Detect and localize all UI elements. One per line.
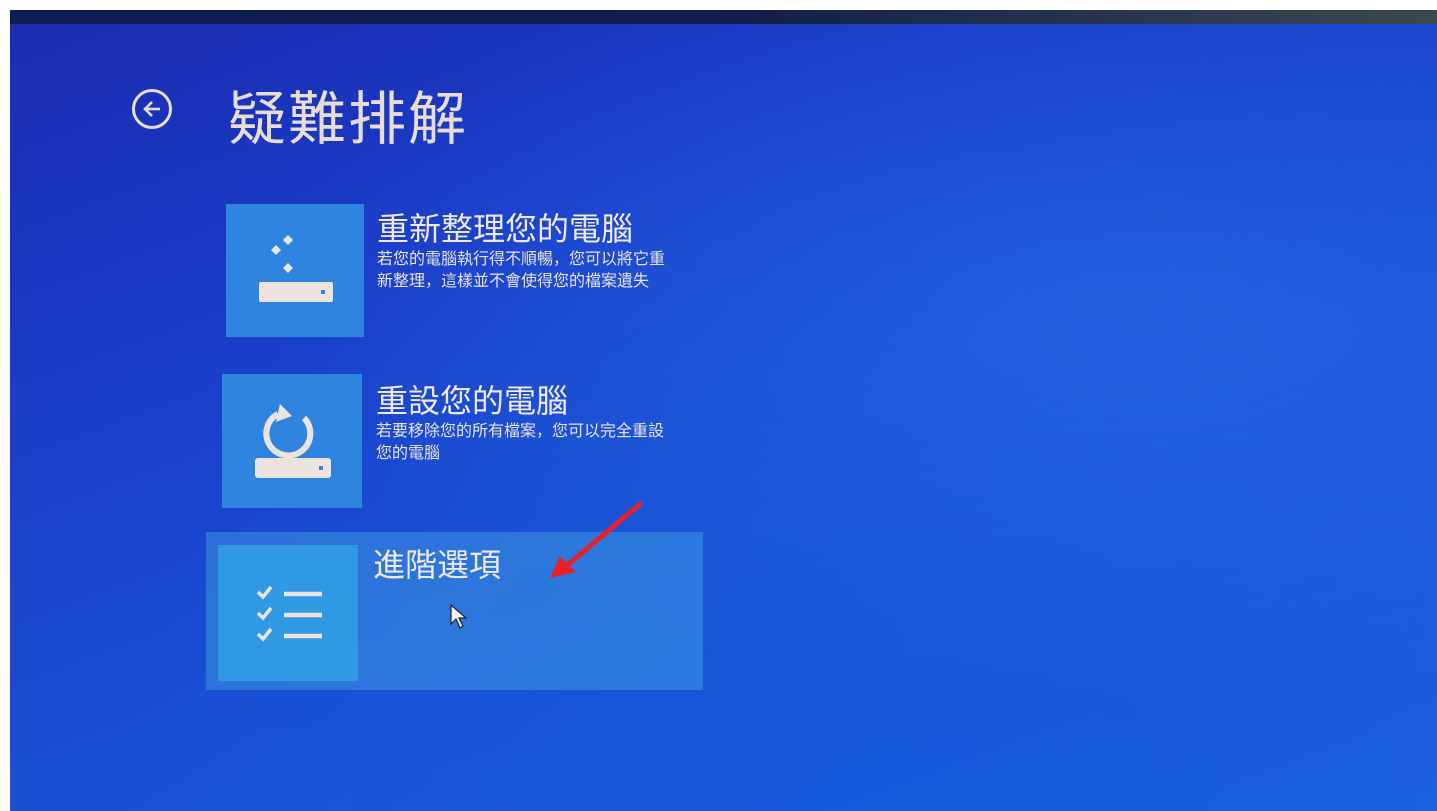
advanced-options-title: 進階選項 xyxy=(373,546,502,584)
annotation-arrow-icon xyxy=(550,501,643,578)
reset-pc-icon xyxy=(255,404,331,478)
advanced-options-tile xyxy=(218,545,358,681)
advanced-options-checklist-icon xyxy=(256,585,322,642)
screen-top-edge xyxy=(10,10,1437,24)
reset-pc-option[interactable]: 重設您的電腦 若要移除您的所有檔案，您可以完全重設您的電腦 xyxy=(222,372,692,512)
back-arrow-circle-icon[interactable] xyxy=(132,89,172,129)
reset-pc-title: 重設您的電腦 xyxy=(376,382,569,420)
mouse-cursor-icon xyxy=(450,604,468,629)
refresh-pc-tile xyxy=(226,204,364,337)
refresh-pc-icon xyxy=(259,235,333,302)
refresh-pc-description: 若您的電腦執行得不順暢，您可以將它重新整理，這樣並不會使得您的檔案遺失 xyxy=(377,249,666,290)
reset-pc-tile xyxy=(222,374,362,508)
page-title: 疑難排解 xyxy=(228,85,469,153)
refresh-pc-title: 重新整理您的電腦 xyxy=(377,210,634,248)
reset-pc-description: 若要移除您的所有檔案，您可以完全重設您的電腦 xyxy=(376,421,665,462)
refresh-pc-option[interactable]: 重新整理您的電腦 若您的電腦執行得不順暢，您可以將它重新整理，這樣並不會使得您的… xyxy=(226,200,696,340)
troubleshoot-screen: 疑難排解 重新整理您的電腦 若您的電腦執行得不順暢，您可以將它重新整理，這樣並不… xyxy=(10,10,1437,811)
